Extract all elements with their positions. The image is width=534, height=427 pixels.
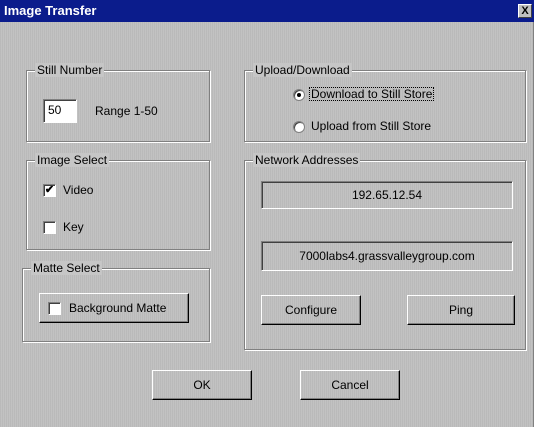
network-addresses-group-label: Network Addresses — [253, 153, 361, 167]
upload-download-group: Upload/Download Download to Still Store … — [244, 63, 526, 142]
key-label[interactable]: Key — [63, 220, 84, 234]
image-select-group: Image Select ✔ Video Key — [26, 153, 210, 250]
upload-radio[interactable] — [293, 121, 305, 133]
background-matte-checkbox[interactable] — [48, 302, 61, 315]
configure-button[interactable]: Configure — [261, 295, 361, 325]
video-checkbox[interactable]: ✔ — [43, 184, 56, 197]
download-label[interactable]: Download to Still Store — [309, 87, 435, 101]
window-title: Image Transfer — [4, 3, 97, 18]
video-label[interactable]: Video — [63, 183, 93, 197]
cancel-button[interactable]: Cancel — [300, 370, 400, 400]
still-number-input[interactable]: 50 — [43, 99, 77, 123]
key-checkbox[interactable] — [43, 221, 56, 234]
close-icon[interactable]: X — [518, 4, 532, 18]
matte-select-group-label: Matte Select — [31, 261, 102, 275]
upload-label[interactable]: Upload from Still Store — [311, 119, 431, 133]
network-addresses-group: Network Addresses 192.65.12.54 7000labs4… — [244, 153, 526, 350]
still-number-group: Still Number 50 Range 1-50 — [26, 63, 210, 142]
title-bar: Image Transfer X — [0, 0, 534, 22]
ping-button[interactable]: Ping — [407, 295, 515, 325]
matte-select-group: Matte Select Background Matte — [22, 261, 210, 342]
download-radio[interactable] — [293, 89, 305, 101]
image-select-group-label: Image Select — [35, 153, 110, 167]
upload-download-group-label: Upload/Download — [253, 63, 352, 77]
ok-button[interactable]: OK — [152, 370, 252, 400]
range-label: Range 1-50 — [95, 104, 158, 118]
still-number-group-label: Still Number — [35, 63, 105, 77]
ip-address-field: 192.65.12.54 — [261, 181, 513, 209]
background-matte-toggle[interactable]: Background Matte — [39, 293, 189, 323]
hostname-field: 7000labs4.grassvalleygroup.com — [261, 241, 513, 271]
image-transfer-dialog: Image Transfer X Still Number 50 Range 1… — [0, 0, 534, 427]
background-matte-label[interactable]: Background Matte — [69, 301, 166, 315]
